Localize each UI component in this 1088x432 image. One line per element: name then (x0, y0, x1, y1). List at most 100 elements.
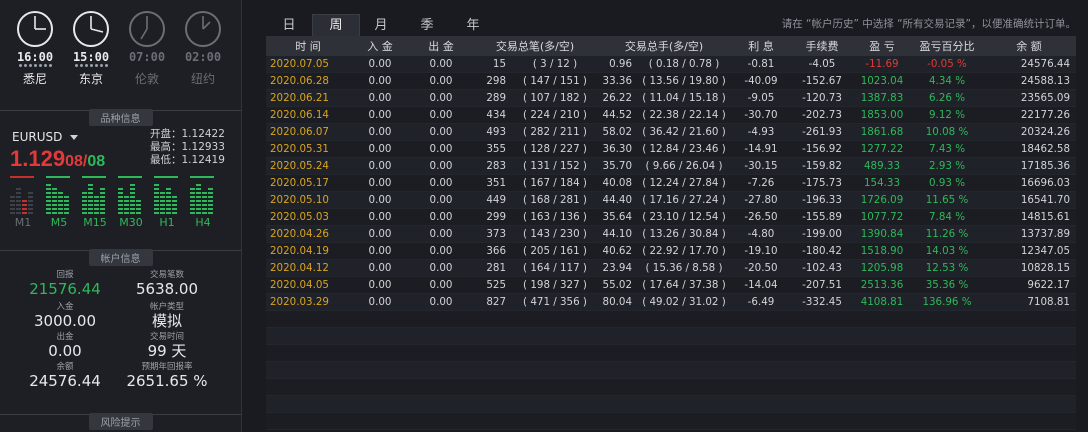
cell-date: 2020.05.24 (266, 157, 350, 175)
cell-trades-total: 15 (472, 56, 512, 73)
col-header-withdraw[interactable]: 出 金 (410, 36, 472, 56)
timeframe-label[interactable]: M5 (44, 216, 74, 229)
cell-profit: 489.33 (852, 157, 912, 175)
account-trades: 交易笔数 5638.00 (112, 270, 222, 298)
clock-time: 15:00 (72, 50, 110, 64)
deposit-label: 入金 (56, 302, 74, 312)
cell-lots-total: 26.22 (598, 89, 638, 107)
section-title: 帐户信息 (88, 249, 153, 266)
cell-date: 2020.05.17 (266, 174, 350, 192)
cell-trades-total: 351 (472, 174, 512, 192)
strength-bar-cap (118, 176, 142, 178)
col-header-commission[interactable]: 手续费 (792, 36, 852, 56)
table-row[interactable]: 2020.04.26 0.00 0.00 373( 143 / 230 ) 44.10(… (266, 225, 1076, 243)
cell-commission: -261.93 (792, 123, 852, 141)
open-value: 1.12422 (181, 128, 225, 140)
cell-lots-total: 36.30 (598, 140, 638, 158)
open-label: 开盘： (150, 128, 182, 140)
table-row[interactable]: 2020.05.31 0.00 0.00 355( 128 / 227 ) 36.30(… (266, 140, 1076, 158)
tab-week[interactable]: 周 (312, 14, 360, 36)
tab-year[interactable]: 年 (450, 15, 496, 36)
cell-lots-split: ( 11.04 / 15.18 ) (638, 89, 730, 107)
cell-withdraw: 0.00 (410, 293, 472, 311)
cell-trades-total: 827 (472, 293, 512, 311)
tab-quarter[interactable]: 季 (404, 15, 450, 36)
col-header-trades[interactable]: 交易总笔(多/空) (472, 36, 598, 56)
time-value: 99 天 (147, 342, 187, 360)
table-row[interactable]: 2020.03.29 0.00 0.00 827( 471 / 356 ) 80.04(… (266, 293, 1076, 311)
cell-withdraw: 0.00 (410, 174, 472, 192)
cell-lots-split: ( 22.38 / 22.14 ) (638, 106, 730, 124)
cell-date: 2020.06.14 (266, 106, 350, 124)
cell-lots-split: ( 9.66 / 26.04 ) (638, 157, 730, 175)
strength-bar (136, 198, 141, 214)
cell-trades-split: ( 164 / 117 ) (512, 259, 598, 277)
balance-label: 余额 (56, 362, 74, 372)
timeframe-label[interactable]: M15 (80, 216, 110, 229)
cell-profit: 1853.00 (852, 106, 912, 124)
cell-profit-percent: 35.36 % (912, 276, 982, 294)
table-row[interactable]: 2020.06.21 0.00 0.00 289( 107 / 182 ) 26.22(… (266, 89, 1076, 107)
cell-swap: -4.80 (730, 225, 792, 243)
timeframe-label[interactable]: H1 (152, 216, 182, 229)
cell-withdraw: 0.00 (410, 123, 472, 141)
empty-row (266, 361, 1076, 379)
trades-label: 交易笔数 (149, 270, 184, 280)
clock-icon (129, 11, 165, 47)
symbol-selector[interactable]: EURUSD (12, 130, 79, 144)
strength-bar (166, 186, 171, 214)
cell-lots-split: ( 13.56 / 19.80 ) (638, 72, 730, 90)
timeframe-strength-bars: M1 M5 M15 M30 H1 H4 (8, 176, 230, 229)
hint-text: 请在 “帐户历史” 中选择 “所有交易记录”，以便准确统计订单。 (781, 18, 1076, 30)
table-row[interactable]: 2020.06.28 0.00 0.00 298( 147 / 151 ) 33.36(… (266, 72, 1076, 90)
tab-day[interactable]: 日 (266, 15, 312, 36)
empty-row (266, 310, 1076, 328)
clock-tokyo: 15:00 东京 (66, 10, 116, 100)
table-row[interactable]: 2020.05.24 0.00 0.00 283( 131 / 152 ) 35.70(… (266, 157, 1076, 175)
table-row[interactable]: 2020.05.17 0.00 0.00 351( 167 / 184 ) 40.08(… (266, 174, 1076, 192)
timeframe-label[interactable]: M1 (8, 216, 38, 229)
timeframe-label[interactable]: M30 (116, 216, 146, 229)
high-label: 最高： (150, 141, 182, 153)
col-header-swap[interactable]: 利 息 (730, 36, 792, 56)
cell-deposit: 0.00 (350, 123, 410, 141)
cell-swap: -26.50 (730, 208, 792, 226)
table-row[interactable]: 2020.05.10 0.00 0.00 449( 168 / 281 ) 44.40(… (266, 191, 1076, 209)
cell-balance: 14815.61 (982, 208, 1076, 226)
strength-bar (202, 190, 207, 214)
col-header-profit-percent[interactable]: 盈亏百分比 (912, 36, 982, 56)
empty-row (266, 395, 1076, 413)
timeframe-label[interactable]: H4 (188, 216, 218, 229)
table-row[interactable]: 2020.04.19 0.00 0.00 366( 205 / 161 ) 40.62(… (266, 242, 1076, 260)
table-header: 时 间 入 金 出 金 交易总笔(多/空) 交易总手(多/空) 利 息 手续费 … (266, 36, 1076, 56)
col-header-profit[interactable]: 盈 亏 (852, 36, 912, 56)
cell-trades-total: 366 (472, 242, 512, 260)
withdraw-value: 0.00 (48, 342, 82, 360)
table-row[interactable]: 2020.05.03 0.00 0.00 299( 163 / 136 ) 35.64(… (266, 208, 1076, 226)
cell-balance: 16696.03 (982, 174, 1076, 192)
section-header-risk: 风险提示 (0, 413, 241, 430)
table-row[interactable]: 2020.07.05 0.00 0.00 15( 3 / 12 ) 0.96( 0.18… (266, 56, 1076, 73)
tab-month[interactable]: 月 (358, 15, 404, 36)
deposit-value: 3000.00 (33, 312, 97, 330)
cell-profit-percent: 14.03 % (912, 242, 982, 260)
cell-commission: -175.73 (792, 174, 852, 192)
cell-date: 2020.03.29 (266, 293, 350, 311)
cell-balance: 18462.58 (982, 140, 1076, 158)
cell-date: 2020.04.26 (266, 225, 350, 243)
col-header-deposit[interactable]: 入 金 (350, 36, 410, 56)
col-header-date[interactable]: 时 间 (266, 36, 350, 56)
price-main: 1.129 (10, 146, 66, 171)
cell-deposit: 0.00 (350, 276, 410, 294)
col-header-balance[interactable]: 余 额 (982, 36, 1076, 56)
cell-lots-split: ( 17.16 / 27.24 ) (638, 191, 730, 209)
cell-date: 2020.04.05 (266, 276, 350, 294)
table-row[interactable]: 2020.04.12 0.00 0.00 281( 164 / 117 ) 23.94(… (266, 259, 1076, 277)
table-row[interactable]: 2020.06.07 0.00 0.00 493( 282 / 211 ) 58.02(… (266, 123, 1076, 141)
withdraw-label: 出金 (56, 332, 74, 342)
cell-date: 2020.07.05 (266, 56, 350, 73)
clock-city: 东京 (78, 72, 103, 86)
table-row[interactable]: 2020.06.14 0.00 0.00 434( 224 / 210 ) 44.52(… (266, 106, 1076, 124)
col-header-lots[interactable]: 交易总手(多/空) (598, 36, 730, 56)
table-row[interactable]: 2020.04.05 0.00 0.00 525( 198 / 327 ) 55.02(… (266, 276, 1076, 294)
